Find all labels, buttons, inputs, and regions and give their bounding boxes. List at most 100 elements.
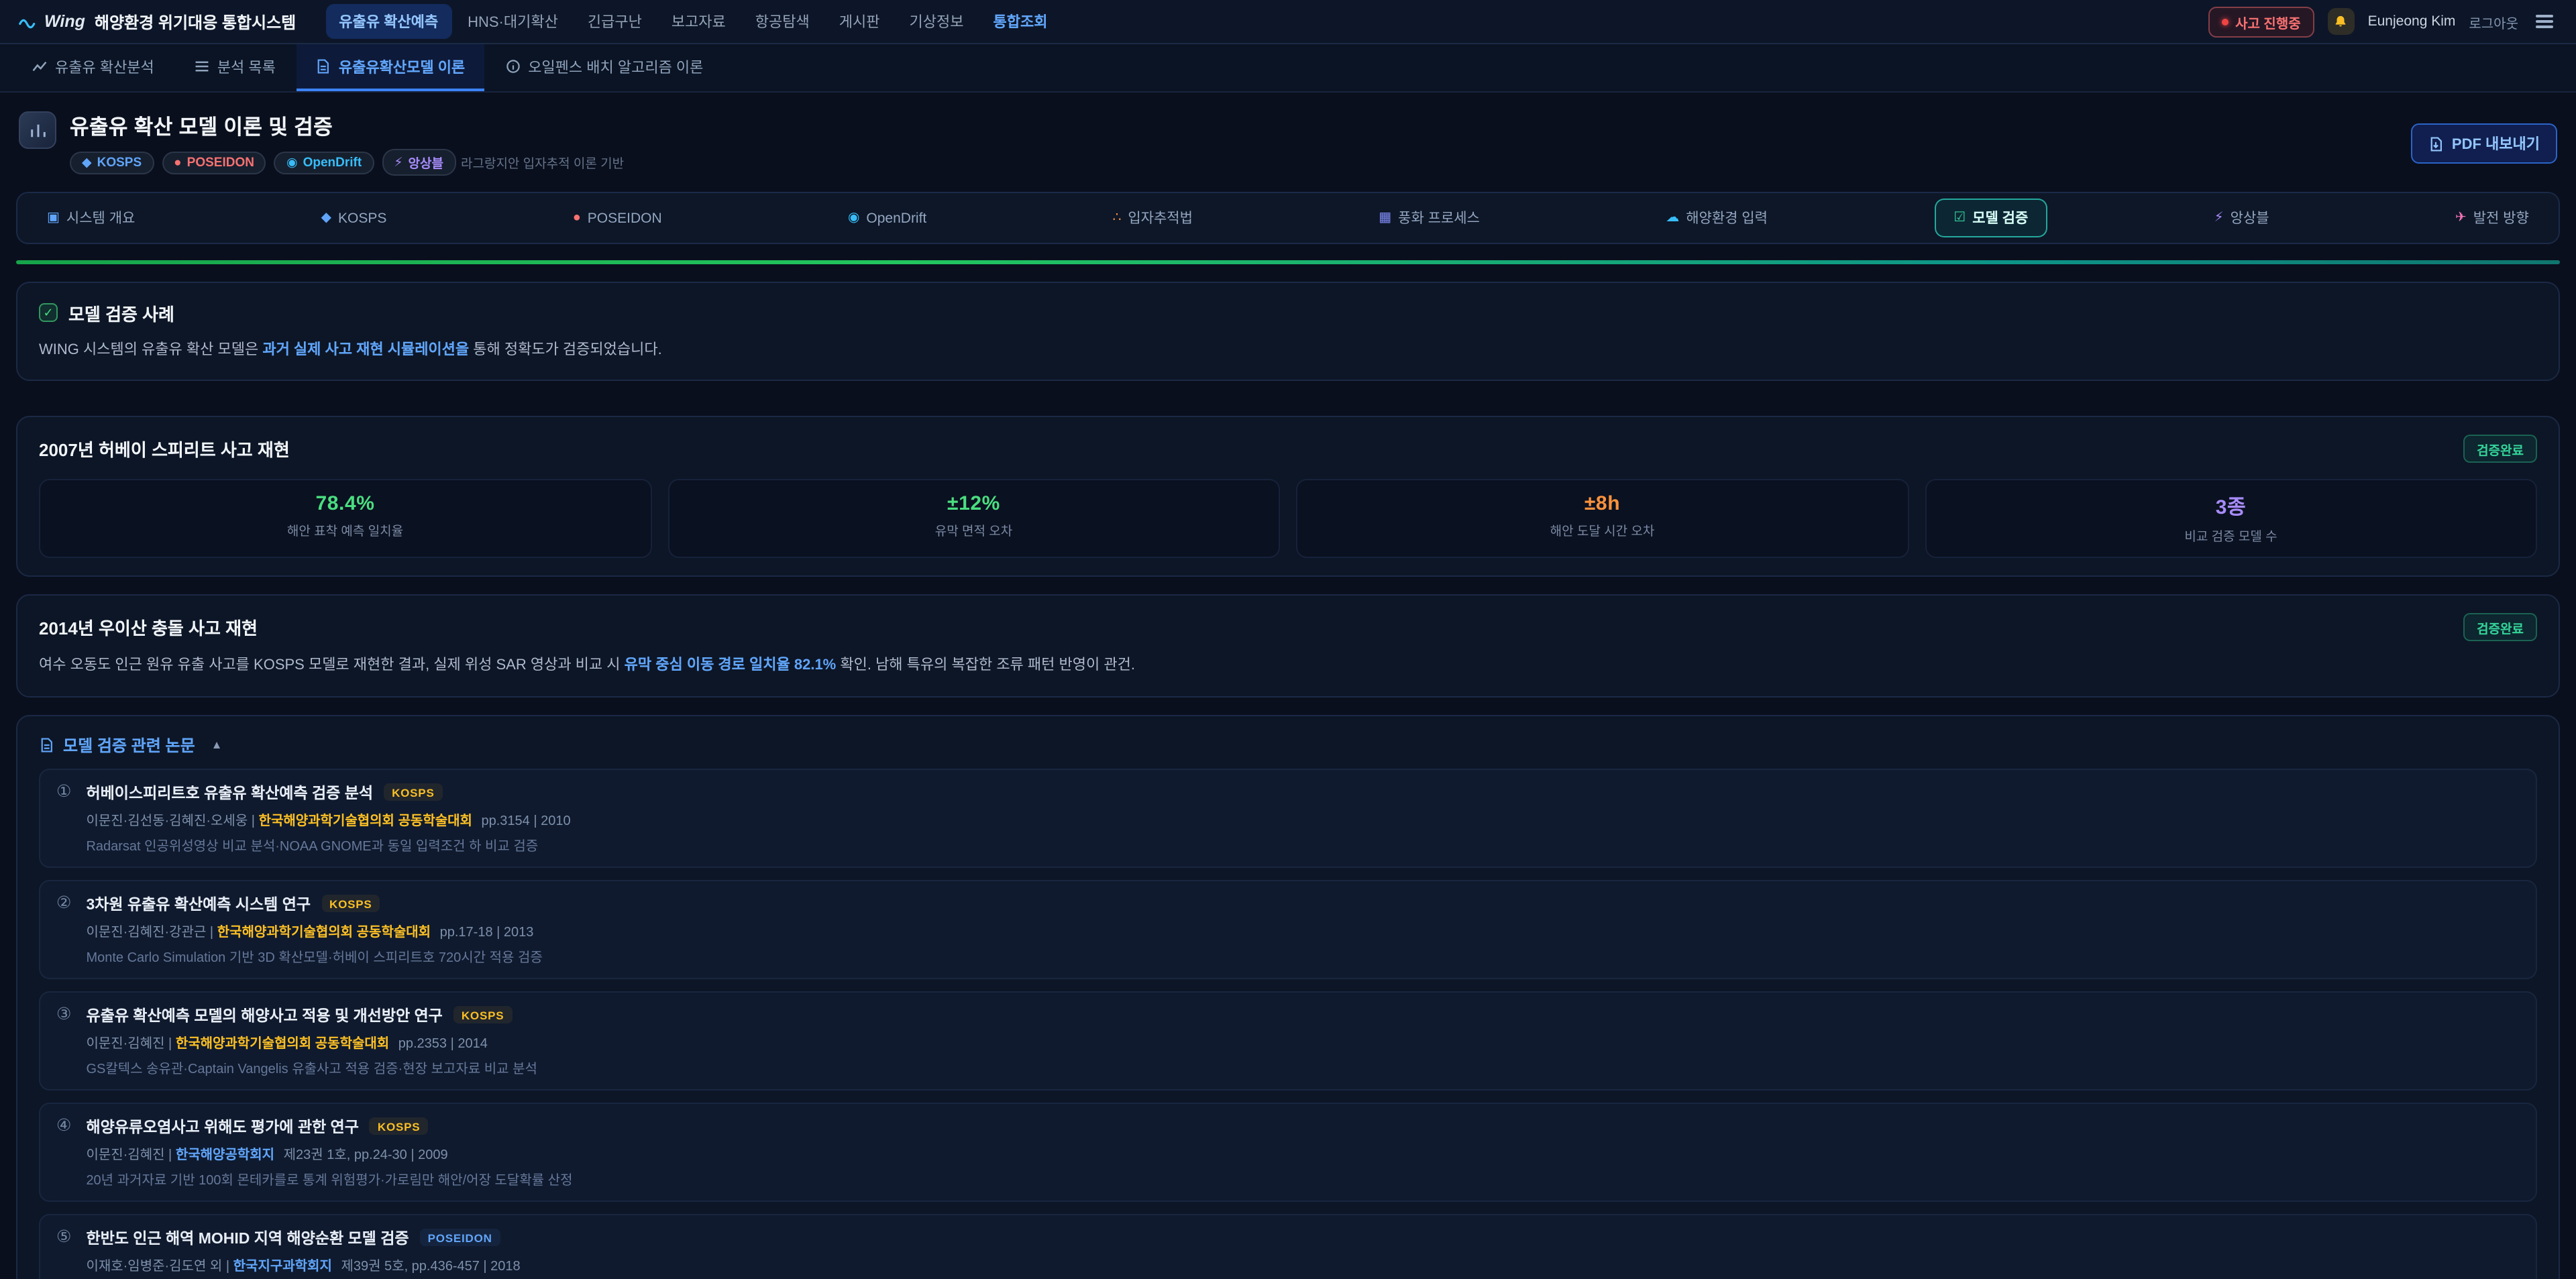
document-icon bbox=[316, 59, 331, 74]
model-badge-label: POSEIDON bbox=[187, 155, 254, 170]
paper-row[interactable]: ④ 해양유류오염사고 위해도 평가에 관한 연구 KOSPS 이문진·김혜진 |… bbox=[39, 1102, 2537, 1201]
paper-body: 해양유류오염사고 위해도 평가에 관한 연구 KOSPS 이문진·김혜진 | 한… bbox=[86, 1115, 572, 1188]
case-2014-text-after: 확인. 남해 특유의 복잡한 조류 패턴 반영이 관건. bbox=[836, 657, 1135, 673]
case-2007-card: 2007년 허베이 스피리트 사고 재현 검증완료 78.4% 해안 표착 예측… bbox=[16, 416, 2560, 577]
section-nav-item[interactable]: ◉ OpenDrift bbox=[829, 201, 945, 235]
paper-citation-line: 이문진·김혜진 | 한국해양공학회지 제23권 1호, pp.24-30 | 2… bbox=[86, 1142, 572, 1162]
app-title: 해양환경 위기대응 통합시스템 bbox=[95, 10, 296, 33]
logo-text: Wing bbox=[44, 12, 85, 31]
section-nav-icon: ∴ bbox=[1113, 211, 1122, 225]
paper-meta: pp.17-18 | 2013 bbox=[440, 925, 534, 940]
section-nav-icon: ● bbox=[573, 211, 581, 225]
section-nav-item[interactable]: ☁ 해양환경 입력 bbox=[1647, 199, 1786, 237]
paper-title: 3차원 유출유 확산예측 시스템 연구 bbox=[86, 893, 311, 914]
main-nav-item[interactable]: 기상정보 bbox=[896, 4, 977, 39]
tab-analysis-list[interactable]: 분석 목록 bbox=[176, 44, 294, 91]
model-badge-icon: ⚡ bbox=[394, 155, 402, 170]
pdf-export-button[interactable]: PDF 내보내기 bbox=[2412, 123, 2557, 164]
page-subtitle: 라그랑지안 입자추적 이론 기반 bbox=[461, 153, 624, 172]
verification-intro-text: WING 시스템의 유출유 확산 모델은 과거 실제 사고 재현 시뮬레이션을 … bbox=[39, 339, 2537, 362]
paper-title: 한반도 인근 해역 MOHID 지역 해양순환 모델 검증 bbox=[86, 1227, 409, 1248]
section-nav-label: 풍화 프로세스 bbox=[1398, 208, 1480, 228]
main-nav-item[interactable]: 게시판 bbox=[826, 4, 894, 39]
main-nav-item[interactable]: 보고자료 bbox=[658, 4, 739, 39]
paper-row[interactable]: ③ 유출유 확산예측 모델의 해양사고 적용 및 개선방안 연구 KOSPS 이… bbox=[39, 991, 2537, 1090]
collapse-arrow-icon[interactable]: ▲ bbox=[211, 738, 223, 751]
paper-authors: 이재호·임병준·김도연 외 | bbox=[86, 1259, 229, 1274]
paper-authors: 이문진·김선동·김혜진·오세웅 | bbox=[86, 814, 255, 828]
main-nav-item[interactable]: HNS·대기확산 bbox=[454, 4, 572, 39]
paper-title: 허베이스피리트호 유출유 확산예측 검증 분석 bbox=[86, 781, 373, 803]
stat-card: ±12% 유막 면적 오차 bbox=[667, 479, 1280, 558]
wave-logo-icon bbox=[19, 12, 38, 31]
stat-label: 비교 검증 모델 수 bbox=[1937, 526, 2525, 545]
main-nav-item[interactable]: 유출유 확산예측 bbox=[325, 4, 451, 39]
stat-value: ±12% bbox=[680, 492, 1268, 515]
paper-body: 한반도 인근 해역 MOHID 지역 해양순환 모델 검증 POSEIDON 이… bbox=[86, 1227, 570, 1279]
intro-text-after: 통해 정확도가 검증되었습니다. bbox=[469, 341, 662, 357]
stat-label: 해안 표착 예측 일치율 bbox=[51, 520, 639, 539]
check-icon: ✓ bbox=[39, 303, 58, 322]
section-nav-item[interactable]: ☑ 모델 검증 bbox=[1935, 199, 2047, 237]
paper-journal-link[interactable]: 한국해양과학기술협의회 공동학술대회 bbox=[259, 814, 472, 828]
paper-row[interactable]: ⑤ 한반도 인근 해역 MOHID 지역 해양순환 모델 검증 POSEIDON… bbox=[39, 1213, 2537, 1279]
section-nav-icon: ☁ bbox=[1666, 211, 1679, 225]
paper-journal-link[interactable]: 한국해양과학기술협의회 공동학술대회 bbox=[176, 1036, 389, 1051]
stat-card: ±8h 해안 도달 시간 오차 bbox=[1296, 479, 1909, 558]
section-nav-item[interactable]: ⚡ 앙상블 bbox=[2196, 199, 2288, 237]
paper-title: 유출유 확산예측 모델의 해양사고 적용 및 개선방안 연구 bbox=[86, 1004, 442, 1025]
paper-number: ② bbox=[56, 893, 71, 965]
model-badge-icon: ● bbox=[174, 155, 182, 170]
paper-number: ③ bbox=[56, 1004, 71, 1076]
paper-meta: 제23권 1호, pp.24-30 | 2009 bbox=[284, 1148, 448, 1162]
paper-title-line: 3차원 유출유 확산예측 시스템 연구 KOSPS bbox=[86, 893, 542, 914]
section-nav-label: 모델 검증 bbox=[1972, 208, 2028, 228]
paper-meta: pp.3154 | 2010 bbox=[482, 814, 571, 828]
section-nav-item[interactable]: ▣ 시스템 개요 bbox=[28, 199, 154, 237]
paper-meta: 제39권 5호, pp.436-457 | 2018 bbox=[341, 1259, 520, 1274]
tab-boom-theory[interactable]: 오일펜스 배치 알고리즘 이론 bbox=[486, 44, 722, 91]
case-2014-card: 2014년 우이산 충돌 사고 재현 검증완료 여수 오동도 인근 원유 유출 … bbox=[16, 594, 2560, 697]
papers-title: 모델 검증 관련 논문 bbox=[63, 733, 195, 756]
paper-title-line: 유출유 확산예측 모델의 해양사고 적용 및 개선방안 연구 KOSPS bbox=[86, 1004, 537, 1025]
section-nav-item[interactable]: ▦ 풍화 프로세스 bbox=[1360, 199, 1499, 237]
main-nav-item[interactable]: 항공탐색 bbox=[742, 4, 823, 39]
main-nav: 유출유 확산예측 HNS·대기확산 긴급구난 보고자료 항공탐색 게시판 기상정… bbox=[325, 4, 1061, 39]
section-nav: ▣ 시스템 개요 ◆ KOSPS ● POSEIDON ◉ OpenDrift bbox=[16, 192, 2560, 244]
notification-bell-button[interactable] bbox=[2328, 8, 2355, 35]
paper-journal-link[interactable]: 한국지구과학회지 bbox=[233, 1259, 332, 1274]
paper-body: 3차원 유출유 확산예측 시스템 연구 KOSPS 이문진·김혜진·강관근 | … bbox=[86, 893, 542, 965]
paper-citation-line: 이재호·임병준·김도연 외 | 한국지구과학회지 제39권 5호, pp.436… bbox=[86, 1254, 570, 1274]
tab-model-theory[interactable]: 유출유확산모델 이론 bbox=[297, 44, 484, 91]
paper-row[interactable]: ① 허베이스피리트호 유출유 확산예측 검증 분석 KOSPS 이문진·김선동·… bbox=[39, 768, 2537, 867]
case-2007-title: 2007년 허베이 스피리트 사고 재현 bbox=[39, 436, 290, 461]
paper-journal-link[interactable]: 한국해양공학회지 bbox=[176, 1148, 274, 1162]
paper-journal-link[interactable]: 한국해양과학기술협의회 공동학술대회 bbox=[217, 925, 431, 940]
stat-value: 3종 bbox=[1937, 492, 2525, 520]
paper-title: 해양유류오염사고 위해도 평가에 관한 연구 bbox=[86, 1115, 358, 1137]
main-nav-item[interactable]: 통합조회 bbox=[979, 4, 1061, 39]
model-badge: ● POSEIDON bbox=[162, 151, 266, 174]
model-badge-label: KOSPS bbox=[97, 155, 142, 170]
section-nav-item[interactable]: ● POSEIDON bbox=[554, 201, 681, 235]
section-nav-label: KOSPS bbox=[338, 210, 386, 226]
paper-row[interactable]: ② 3차원 유출유 확산예측 시스템 연구 KOSPS 이문진·김혜진·강관근 … bbox=[39, 879, 2537, 979]
section-nav-item[interactable]: ✈ 발전 방향 bbox=[2436, 199, 2548, 237]
section-nav-item[interactable]: ◆ KOSPS bbox=[303, 201, 406, 235]
app-logo[interactable]: Wing 해양환경 위기대응 통합시스템 bbox=[19, 10, 296, 33]
paper-authors: 이문진·김혜진·강관근 | bbox=[86, 925, 213, 940]
main-nav-item[interactable]: 긴급구난 bbox=[574, 4, 655, 39]
verified-badge: 검증완료 bbox=[2463, 435, 2537, 463]
tab-spill-analysis[interactable]: 유출유 확산분석 bbox=[13, 44, 173, 91]
page-header: 유출유 확산 모델 이론 및 검증 ◆ KOSPS ● POSEIDON bbox=[16, 93, 2560, 186]
app-root: Wing 해양환경 위기대응 통합시스템 유출유 확산예측 HNS·대기확산 긴… bbox=[0, 0, 2576, 1279]
page-title-block: 유출유 확산 모델 이론 및 검증 ◆ KOSPS ● POSEIDON bbox=[70, 111, 455, 176]
section-nav-label: 발전 방향 bbox=[2473, 208, 2529, 228]
section-nav-icon: ◆ bbox=[321, 211, 331, 225]
section-nav-item[interactable]: ∴ 입자추적법 bbox=[1094, 199, 1212, 237]
section-nav-icon: ⚡ bbox=[2214, 211, 2224, 225]
incident-status-badge[interactable]: 사고 진행중 bbox=[2208, 6, 2314, 37]
logout-button[interactable]: 로그아웃 bbox=[2469, 11, 2518, 32]
user-name: Eunjeong Kim bbox=[2368, 13, 2456, 30]
menu-button[interactable] bbox=[2532, 11, 2557, 32]
